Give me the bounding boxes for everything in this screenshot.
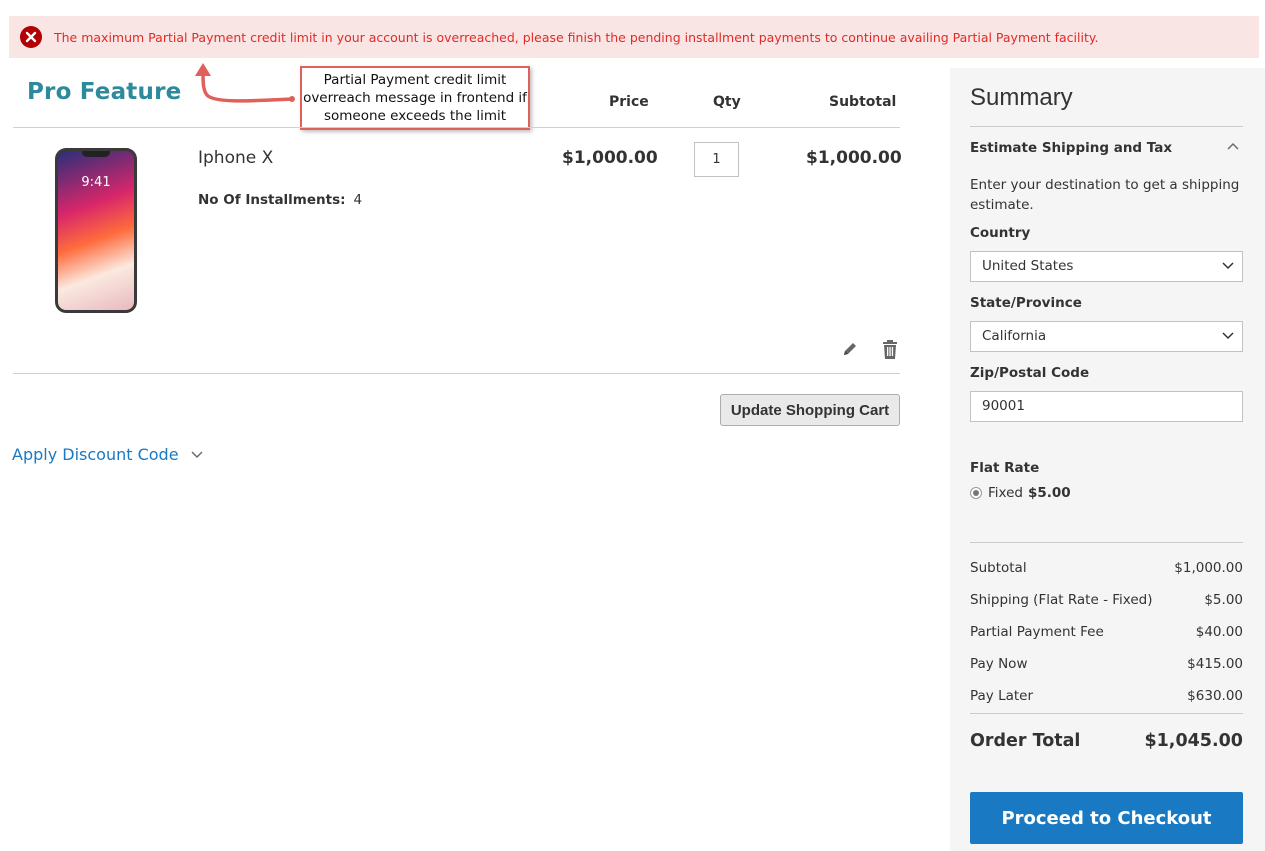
totals-row-subtotal: Subtotal $1,000.00 — [970, 560, 1243, 576]
option-value: 4 — [353, 192, 363, 208]
update-cart-button[interactable]: Update Shopping Cart — [720, 394, 900, 426]
chevron-down-icon — [1222, 332, 1234, 340]
product-name[interactable]: Iphone X — [198, 148, 273, 168]
order-total-divider — [970, 713, 1243, 714]
totals-label: Shipping (Flat Rate - Fixed) — [970, 592, 1153, 608]
flat-rate-radio[interactable] — [970, 487, 982, 499]
trash-icon[interactable] — [882, 340, 898, 359]
error-icon — [20, 26, 42, 48]
column-header-qty: Qty — [713, 94, 741, 110]
flat-rate-label: Fixed — [988, 485, 1023, 501]
totals-row-shipping: Shipping (Flat Rate - Fixed) $5.00 — [970, 592, 1243, 608]
state-label: State/Province — [970, 295, 1082, 311]
pencil-icon[interactable] — [841, 340, 859, 358]
phone-notch — [82, 151, 110, 157]
apply-discount-toggle[interactable]: Apply Discount Code — [12, 445, 203, 464]
product-option: No Of Installments: 4 — [198, 192, 362, 208]
totals-value: $5.00 — [1204, 592, 1243, 608]
column-header-price: Price — [609, 94, 649, 110]
column-header-subtotal: Subtotal — [829, 94, 897, 110]
totals-label: Pay Now — [970, 656, 1028, 672]
totals-row-partial-fee: Partial Payment Fee $40.00 — [970, 624, 1243, 640]
product-image[interactable]: 9:41 — [55, 148, 137, 313]
country-select[interactable]: United States — [970, 251, 1243, 282]
totals-label: Pay Later — [970, 688, 1034, 704]
estimate-description: Enter your destination to get a shipping… — [970, 177, 1240, 213]
apply-discount-label: Apply Discount Code — [12, 445, 179, 464]
zip-value: 90001 — [982, 398, 1025, 414]
totals-label: Partial Payment Fee — [970, 624, 1104, 640]
phone-clock: 9:41 — [81, 175, 111, 190]
totals-label: Subtotal — [970, 560, 1027, 576]
estimate-shipping-toggle[interactable]: Estimate Shipping and Tax — [970, 140, 1172, 156]
proceed-to-checkout-button[interactable]: Proceed to Checkout — [970, 792, 1243, 844]
chevron-down-icon — [191, 451, 203, 458]
zip-input[interactable]: 90001 — [970, 391, 1243, 422]
summary-divider — [970, 126, 1243, 127]
chevron-up-icon[interactable] — [1227, 142, 1239, 150]
summary-panel: Summary Estimate Shipping and Tax Enter … — [950, 68, 1265, 851]
option-label: No Of Installments: — [198, 192, 346, 208]
summary-title: Summary — [970, 84, 1073, 111]
state-value: California — [982, 328, 1047, 344]
country-label: Country — [970, 225, 1031, 241]
callout-line: someone exceeds the limit — [323, 108, 507, 124]
order-total-row: Order Total $1,045.00 — [970, 731, 1243, 751]
totals-value: $630.00 — [1187, 688, 1243, 704]
product-image-screen: 9:41 — [58, 151, 134, 310]
error-message: The maximum Partial Payment credit limit… — [54, 29, 1099, 45]
callout-line: Partial Payment credit limit — [323, 72, 507, 88]
order-total-label: Order Total — [970, 731, 1081, 751]
country-value: United States — [982, 258, 1074, 274]
totals-value: $1,000.00 — [1174, 560, 1243, 576]
pro-feature-label: Pro Feature — [27, 79, 182, 105]
annotation-arrow-icon — [195, 63, 295, 103]
item-divider — [13, 373, 900, 374]
totals-row-pay-later: Pay Later $630.00 — [970, 688, 1243, 704]
callout-line: overreach message in frontend if — [303, 90, 527, 106]
totals-value: $415.00 — [1187, 656, 1243, 672]
header-divider — [13, 127, 900, 128]
item-price: $1,000.00 — [562, 148, 658, 168]
flat-rate-title: Flat Rate — [970, 460, 1040, 476]
error-alert: The maximum Partial Payment credit limit… — [9, 16, 1259, 58]
totals-divider — [970, 542, 1243, 543]
item-subtotal: $1,000.00 — [806, 148, 902, 168]
totals-value: $40.00 — [1195, 624, 1243, 640]
flat-rate-price: $5.00 — [1027, 485, 1071, 501]
zip-label: Zip/Postal Code — [970, 365, 1090, 381]
annotation-callout: Partial Payment credit limit overreach m… — [300, 66, 530, 130]
chevron-down-icon — [1222, 262, 1234, 270]
qty-input[interactable]: 1 — [694, 142, 739, 177]
totals-row-pay-now: Pay Now $415.00 — [970, 656, 1243, 672]
state-select[interactable]: California — [970, 321, 1243, 352]
order-total-value: $1,045.00 — [1144, 731, 1243, 751]
flat-rate-option[interactable]: Fixed $5.00 — [970, 485, 1071, 501]
